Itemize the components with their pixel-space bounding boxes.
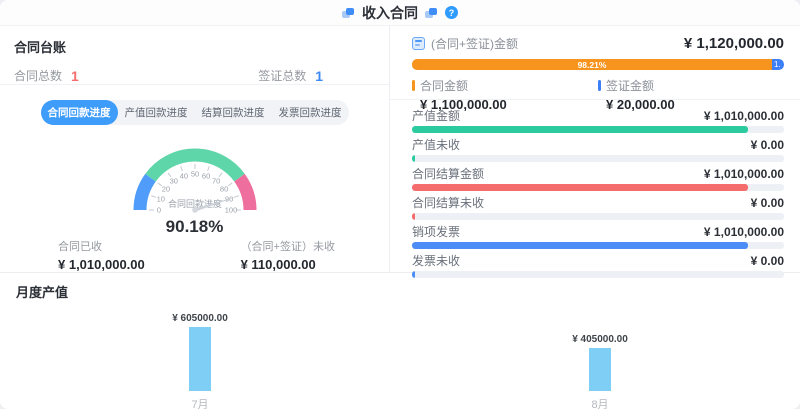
metric-row: 产值金额 ¥ 1,010,000.00: [412, 107, 784, 133]
contract-stack-icon-right: [425, 7, 438, 19]
metric-amount: ¥ 1,010,000.00: [704, 225, 784, 239]
amount-stacked-bar: 98.21% 1.: [412, 59, 784, 70]
metric-progress-track: [412, 126, 784, 133]
metrics-section: 产值金额 ¥ 1,010,000.00 产值未收 ¥ 0.00 合同结算金额 ¥ 1,…: [390, 100, 800, 281]
metric-progress-fill: [412, 242, 748, 249]
gauge-value: 90.18%: [166, 217, 224, 237]
ledger-title: 合同台账: [14, 37, 375, 56]
metric-progress-track: [412, 155, 784, 162]
metric-label: 发票未收: [412, 252, 460, 269]
visa-amount-label: 签证金额: [606, 77, 654, 94]
contract-amount-marker: [412, 80, 415, 91]
metric-label: 产值未收: [412, 136, 460, 153]
monthly-bar-cell: ¥ 405000.00: [400, 334, 800, 391]
metric-label: 合同结算未收: [412, 194, 484, 211]
progress-tabs: 合同回款进度 产值回款进度 结算回款进度 发票回款进度: [41, 100, 349, 125]
metric-row: 发票未收 ¥ 0.00: [412, 252, 784, 278]
visa-count-stat: 签证总数 1: [258, 67, 323, 84]
metric-row: 合同结算未收 ¥ 0.00: [412, 194, 784, 220]
total-amount-value: ¥ 1,120,000.00: [684, 35, 784, 52]
monthly-bar: [189, 327, 211, 391]
income-contract-dashboard: 收入合同 ? 合同台账 合同总数 1 签证总数 1: [0, 0, 800, 409]
contract-amount-segment: 98.21%: [412, 59, 772, 70]
bar-value-label: ¥ 605000.00: [172, 313, 228, 324]
metric-row: 销项发票 ¥ 1,010,000.00: [412, 223, 784, 249]
received-amount: ¥ 1,010,000.00: [58, 257, 145, 272]
received-label: 合同已收: [58, 238, 145, 254]
gauge-section: 合同回款进度 产值回款进度 结算回款进度 发票回款进度 0 10 20 30 4…: [0, 85, 389, 272]
monthly-bar-cell: ¥ 605000.00: [0, 313, 400, 391]
contract-amount-label: 合同金额: [420, 77, 468, 94]
help-icon[interactable]: ?: [445, 6, 458, 19]
gauge-tick-label: 20: [161, 184, 169, 193]
ledger-stats-row: 合同总数 1 签证总数 1: [14, 67, 375, 84]
main-area: 合同台账 合同总数 1 签证总数 1 合同回款进度 产值回款进度 结算回: [0, 26, 800, 272]
contract-stack-icon-left: [342, 7, 355, 19]
page-title: 收入合同: [362, 3, 418, 23]
metric-progress-fill: [412, 184, 748, 191]
tab-output-progress[interactable]: 产值回款进度: [118, 100, 195, 125]
total-amount-row: (合同+签证)金额 ¥ 1,120,000.00: [412, 35, 784, 52]
amount-doc-icon: [412, 37, 425, 50]
gauge-svg: 0 10 20 30 40 50 60 70 80 90 100 合同回款进度: [110, 126, 280, 220]
gauge-tick-label: 10: [156, 194, 164, 203]
total-amount-label: (合同+签证)金额: [431, 35, 518, 52]
amount-summary-panel: (合同+签证)金额 ¥ 1,120,000.00 98.21% 1. 合同金额 …: [390, 26, 800, 272]
received-block: 合同已收 ¥ 1,010,000.00: [58, 238, 145, 272]
monthly-bar: [589, 348, 611, 391]
ledger-stats-section: 合同台账 合同总数 1 签证总数 1: [0, 26, 389, 85]
tab-settlement-progress[interactable]: 结算回款进度: [195, 100, 272, 125]
visa-amount-segment: 1.: [772, 59, 784, 70]
gauge-tick-label: 80: [219, 184, 227, 193]
metric-amount: ¥ 0.00: [751, 196, 784, 210]
monthly-axis: 7月 8月: [0, 391, 800, 409]
monthly-bar-chart: ¥ 605000.00 ¥ 405000.00: [0, 303, 800, 391]
gauge-tick-label: 50: [190, 170, 198, 179]
metric-label: 产值金额: [412, 107, 460, 124]
x-axis-label: 8月: [400, 396, 800, 409]
visa-amount-marker: [598, 80, 601, 91]
metric-progress-track: [412, 213, 784, 220]
gauge-tick-label: 0: [156, 206, 160, 215]
metric-progress-track: [412, 184, 784, 191]
metric-progress-track: [412, 271, 784, 278]
contract-ledger-panel: 合同台账 合同总数 1 签证总数 1 合同回款进度 产值回款进度 结算回: [0, 26, 390, 272]
metric-label: 销项发票: [412, 223, 460, 240]
contract-count-value: 1: [71, 68, 79, 84]
metric-progress-fill: [412, 271, 415, 278]
metric-progress-fill: [412, 155, 415, 162]
unreceived-amount: ¥ 110,000.00: [241, 257, 335, 272]
monthly-output-section: 月度产值 ¥ 605000.00 ¥ 405000.00 7月 8月: [0, 272, 800, 409]
metric-progress-fill: [412, 126, 748, 133]
contract-count-label: 合同总数: [14, 67, 62, 84]
gauge-chart: 0 10 20 30 40 50 60 70 80 90 100 合同回款进度: [110, 126, 280, 225]
visa-count-label: 签证总数: [258, 67, 306, 84]
tab-contract-progress[interactable]: 合同回款进度: [41, 100, 118, 125]
unreceived-label: （合同+签证）未收: [241, 238, 335, 254]
header: 收入合同 ?: [0, 0, 800, 26]
gauge-tick-label: 60: [201, 171, 209, 180]
metric-row: 产值未收 ¥ 0.00: [412, 136, 784, 162]
monthly-output-title: 月度产值: [16, 282, 800, 301]
received-row: 合同已收 ¥ 1,010,000.00 （合同+签证）未收 ¥ 110,000.…: [0, 237, 389, 272]
metric-progress-fill: [412, 213, 415, 220]
contract-count-stat: 合同总数 1: [14, 67, 79, 84]
metric-row: 合同结算金额 ¥ 1,010,000.00: [412, 165, 784, 191]
gauge-tick-label: 30: [169, 176, 177, 185]
gauge-tick-label: 100: [224, 206, 237, 215]
metric-amount: ¥ 1,010,000.00: [704, 109, 784, 123]
visa-count-value: 1: [315, 68, 323, 84]
tab-invoice-progress[interactable]: 发票回款进度: [272, 100, 349, 125]
gauge-tick-label: 40: [179, 171, 187, 180]
bar-value-label: ¥ 405000.00: [572, 334, 628, 345]
total-amount-section: (合同+签证)金额 ¥ 1,120,000.00 98.21% 1. 合同金额 …: [390, 26, 800, 100]
metric-label: 合同结算金额: [412, 165, 484, 182]
unreceived-block: （合同+签证）未收 ¥ 110,000.00: [241, 238, 335, 272]
metric-amount: ¥ 0.00: [751, 138, 784, 152]
metric-amount: ¥ 1,010,000.00: [704, 167, 784, 181]
x-axis-label: 7月: [0, 396, 400, 409]
metric-amount: ¥ 0.00: [751, 254, 784, 268]
metric-progress-track: [412, 242, 784, 249]
